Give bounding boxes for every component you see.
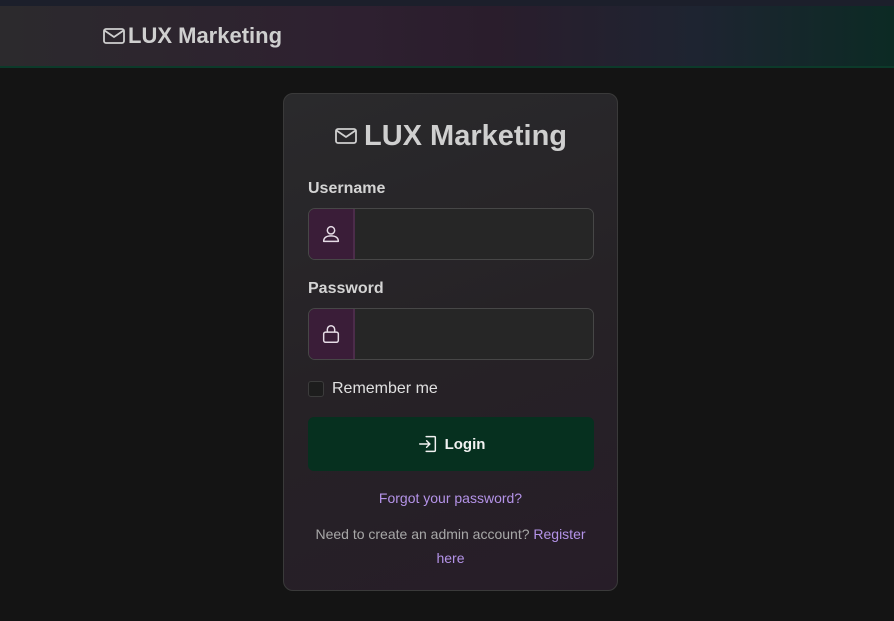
- register-prompt: Need to create an admin account? Registe…: [304, 522, 597, 570]
- card-title: LUX Marketing: [284, 118, 617, 154]
- envelope-icon: [334, 124, 358, 148]
- remember-me-checkbox[interactable]: [308, 381, 324, 397]
- person-icon: [309, 209, 355, 259]
- login-button-label: Login: [444, 435, 486, 453]
- login-button[interactable]: Login: [308, 417, 594, 471]
- lock-icon: [309, 309, 355, 359]
- brand-text: LUX Marketing: [128, 23, 283, 48]
- username-input-group: [308, 208, 594, 260]
- box-arrow-in-right-icon: [417, 433, 439, 455]
- password-label: Password: [308, 280, 384, 297]
- envelope-icon: [102, 24, 126, 48]
- password-input[interactable]: [355, 309, 593, 359]
- remember-me[interactable]: Remember me: [308, 380, 438, 398]
- card-title-text: LUX Marketing: [363, 119, 568, 152]
- navbar-brand[interactable]: LUX Marketing: [102, 22, 282, 50]
- forgot-password-link[interactable]: Forgot your password?: [284, 490, 617, 506]
- register-prompt-text: Need to create an admin account?: [315, 526, 530, 542]
- username-label: Username: [308, 180, 386, 197]
- remember-me-label: Remember me: [332, 380, 438, 397]
- password-input-group: [308, 308, 594, 360]
- navbar: LUX Marketing: [0, 6, 894, 68]
- username-input[interactable]: [355, 209, 593, 259]
- login-card: LUX Marketing Username Password Remember…: [283, 93, 618, 591]
